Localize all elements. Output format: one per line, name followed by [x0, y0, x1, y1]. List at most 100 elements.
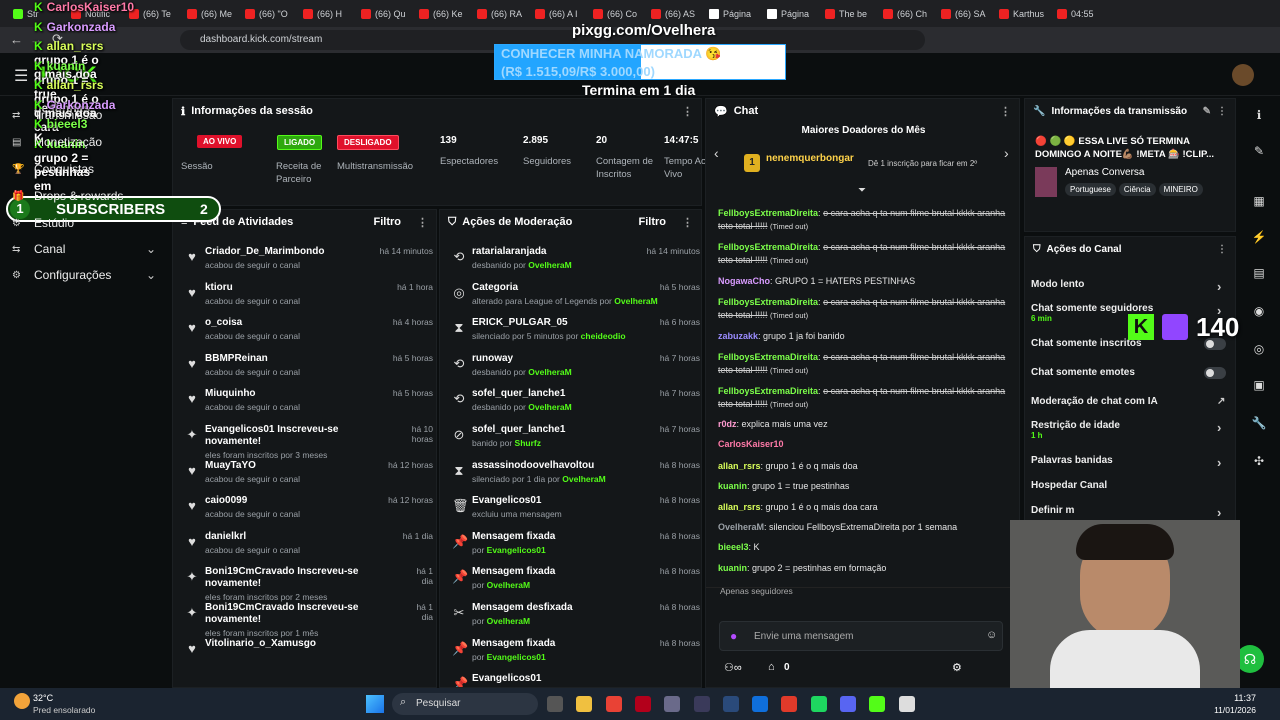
chat-message[interactable]: r0dz: explica mais uma vez [718, 418, 1008, 431]
channel-action-row[interactable]: Moderação de chat com IA ↗ [1031, 396, 1231, 407]
gift-icon[interactable]: ⌂ [768, 661, 775, 673]
chevron-right-icon[interactable]: › [1217, 279, 1221, 294]
tag-chip[interactable]: MINEIRO [1158, 183, 1203, 196]
browser-tab[interactable]: (66) Ch [878, 3, 936, 25]
activity-name[interactable]: Boni19CmCravado Inscreveu-se novamente! [205, 566, 375, 590]
chevron-right-icon[interactable]: › [1217, 455, 1221, 470]
browser-tab[interactable]: The be [820, 3, 878, 25]
chat-message[interactable]: FellboysExtremaDireita: o cara acha q ta… [718, 351, 1008, 377]
avatar[interactable] [1232, 64, 1254, 86]
chat-message[interactable]: bieeel3: K [718, 541, 1008, 554]
more-icon[interactable]: ⋮ [682, 105, 693, 118]
browser-tab[interactable]: 04:55 [1052, 3, 1110, 25]
moderation-target[interactable]: ratarialaranjada [472, 246, 642, 258]
sidebar-item-4[interactable]: ⚙ Estúdio [12, 216, 74, 230]
browser-tab[interactable]: (66) Me [182, 3, 240, 25]
moderation-target[interactable]: Evangelicos01 [472, 673, 642, 685]
activity-name[interactable]: Vitolinario_o_Xamusgo [205, 638, 375, 650]
info-icon[interactable]: ℹ [1250, 106, 1268, 124]
moderation-by[interactable]: cheideodio [581, 331, 626, 341]
more-icon[interactable]: ⋮ [1217, 106, 1227, 117]
moderation-row[interactable]: ⧗ ERICK_PULGAR_05 silenciado por 5 minutos… [450, 317, 700, 351]
activity-name[interactable]: Evangelicos01 Inscreveu-se novamente! [205, 424, 375, 448]
moderation-row[interactable]: ✂ Mensagem desfixada por OvelheraM há 8 hor… [450, 602, 700, 636]
activity-name[interactable]: Criador_De_Marimbondo [205, 246, 375, 258]
back-icon[interactable]: ← [10, 32, 23, 47]
activity-row[interactable]: ✦ Evangelicos01 Inscreveu-se novamente! el… [183, 424, 433, 460]
apps-icon[interactable]: ✣ [1250, 452, 1268, 470]
settings-gear-icon[interactable]: ⚙ [952, 661, 962, 674]
chat-message[interactable]: FellboysExtremaDireita: o cara acha q ta… [718, 385, 1008, 411]
chat-message[interactable]: kuanin: grupo 1 = true pestinhas [718, 480, 1008, 493]
broadcast-icon[interactable]: ◎ [1250, 340, 1268, 358]
activity-name[interactable]: Boni19CmCravado Inscreveu-se novamente! [205, 602, 375, 626]
browser-tab[interactable]: (66) SA [936, 3, 994, 25]
app-icon[interactable] [898, 696, 915, 712]
document-icon[interactable]: ▤ [1250, 264, 1268, 282]
activity-filter-button[interactable]: Filtro [374, 216, 402, 228]
moderation-target[interactable]: Mensagem fixada [472, 531, 642, 543]
moderation-by[interactable]: Shurfz [515, 438, 541, 448]
browser-tab[interactable]: Página [762, 3, 820, 25]
bolt-icon[interactable]: ⚡ [1250, 228, 1268, 246]
chat-message[interactable]: NogawaCho: GRUPO 1 = HATERS PESTINHAS [718, 275, 1008, 288]
chat-username[interactable]: bieeel3 [718, 542, 749, 552]
activity-row[interactable]: ♥ ktioru acabou de seguir o canal há 1 hora [183, 282, 433, 316]
activity-name[interactable]: o_coisa [205, 317, 375, 329]
sidebar-item-6[interactable]: ⚙ Configurações ⌄ [12, 268, 156, 282]
channel-action-row[interactable]: Hospedar Canal [1031, 480, 1231, 491]
moderation-target[interactable]: Evangelicos01 [472, 495, 642, 507]
mic-icon[interactable]: ● [730, 629, 737, 643]
chat-username[interactable]: FellboysExtremaDireita [718, 386, 818, 396]
file-explorer-icon[interactable] [576, 696, 593, 712]
more-icon[interactable]: ⋮ [417, 216, 428, 229]
moderation-target[interactable]: Mensagem desfixada [472, 602, 642, 614]
brave-icon[interactable] [781, 696, 798, 712]
tag-chip[interactable]: Portuguese [1065, 183, 1116, 196]
browser-tab[interactable]: (66) Ke [414, 3, 472, 25]
moderation-row[interactable]: ⟲ sofel_quer_lanche1 desbanido por Ovelher… [450, 388, 700, 422]
chat-message[interactable]: FellboysExtremaDireita: o cara acha q ta… [718, 296, 1008, 322]
moderation-target[interactable]: sofel_quer_lanche1 [472, 424, 642, 436]
steam-icon[interactable] [752, 696, 769, 712]
chat-username[interactable]: CarlosKaiser10 [718, 439, 784, 449]
chevron-right-icon[interactable]: › [1004, 145, 1009, 161]
chevron-right-icon[interactable]: › [1217, 505, 1221, 520]
activity-row[interactable]: ✦ Boni19CmCravado Inscreveu-se novamente!… [183, 566, 433, 602]
moderation-target[interactable]: sofel_quer_lanche1 [472, 388, 642, 400]
activity-name[interactable]: ktioru [205, 282, 375, 294]
moderation-by[interactable]: OvelheraM [528, 367, 571, 377]
spotify-icon[interactable] [810, 696, 827, 712]
moderation-row[interactable]: 📌 Evangelicos01 [450, 673, 700, 687]
chat-message[interactable]: CarlosKaiser10 [718, 438, 1008, 451]
sidebar-item-0[interactable]: ⇄ Transmissão [12, 108, 102, 122]
sidebar-item-5[interactable]: ⇆ Canal ⌄ [12, 242, 156, 256]
chat-username[interactable]: allan_rsrs [718, 502, 761, 512]
chevron-down-icon[interactable]: ⌄ [146, 268, 156, 282]
more-icon[interactable]: ⋮ [1000, 105, 1011, 118]
sidebar-item-2[interactable]: 🏆 Conquistas [12, 162, 94, 176]
activity-name[interactable]: Miuquinho [205, 388, 375, 400]
weather-icon[interactable] [14, 693, 30, 709]
kick-icon[interactable] [869, 696, 886, 712]
activity-row[interactable]: ♥ Criador_De_Marimbondo acabou de seguir o… [183, 246, 433, 280]
chat-message[interactable]: OvelheraM: silenciou FellboysExtremaDire… [718, 521, 1008, 534]
moderation-target[interactable]: runoway [472, 353, 642, 365]
app-icon[interactable] [693, 696, 710, 712]
edit-icon[interactable]: ✎ [1203, 106, 1211, 117]
chat-message[interactable]: FellboysExtremaDireita: o cara acha q ta… [718, 207, 1008, 233]
monitor-icon[interactable]: ▣ [1250, 376, 1268, 394]
activity-row[interactable]: ✦ Boni19CmCravado Inscreveu-se novamente!… [183, 602, 433, 638]
moderation-row[interactable]: ⟲ runoway desbanido por OvelheraM há 7 hora… [450, 353, 700, 387]
moderation-row[interactable]: 🗑 Evangelicos01 excluiu uma mensagem há 8 h… [450, 495, 700, 529]
moderation-target[interactable]: Categoria [472, 282, 642, 294]
emoji-icon[interactable]: ☺ [986, 629, 997, 641]
moderation-target[interactable]: assassinodoovelhavoltou [472, 460, 642, 472]
activity-name[interactable]: BBMPReinan [205, 353, 375, 365]
users-icon[interactable]: ⚇∞ [724, 661, 742, 674]
chevron-down-icon[interactable]: ⌄ [146, 242, 156, 256]
moderation-row[interactable]: 📌 Mensagem fixada por OvelheraM há 8 horas [450, 566, 700, 600]
opera-icon[interactable] [634, 696, 651, 712]
chat-username[interactable]: FellboysExtremaDireita [718, 242, 818, 252]
moderation-row[interactable]: ⟲ ratarialaranjada desbanido por OvelheraM… [450, 246, 700, 280]
